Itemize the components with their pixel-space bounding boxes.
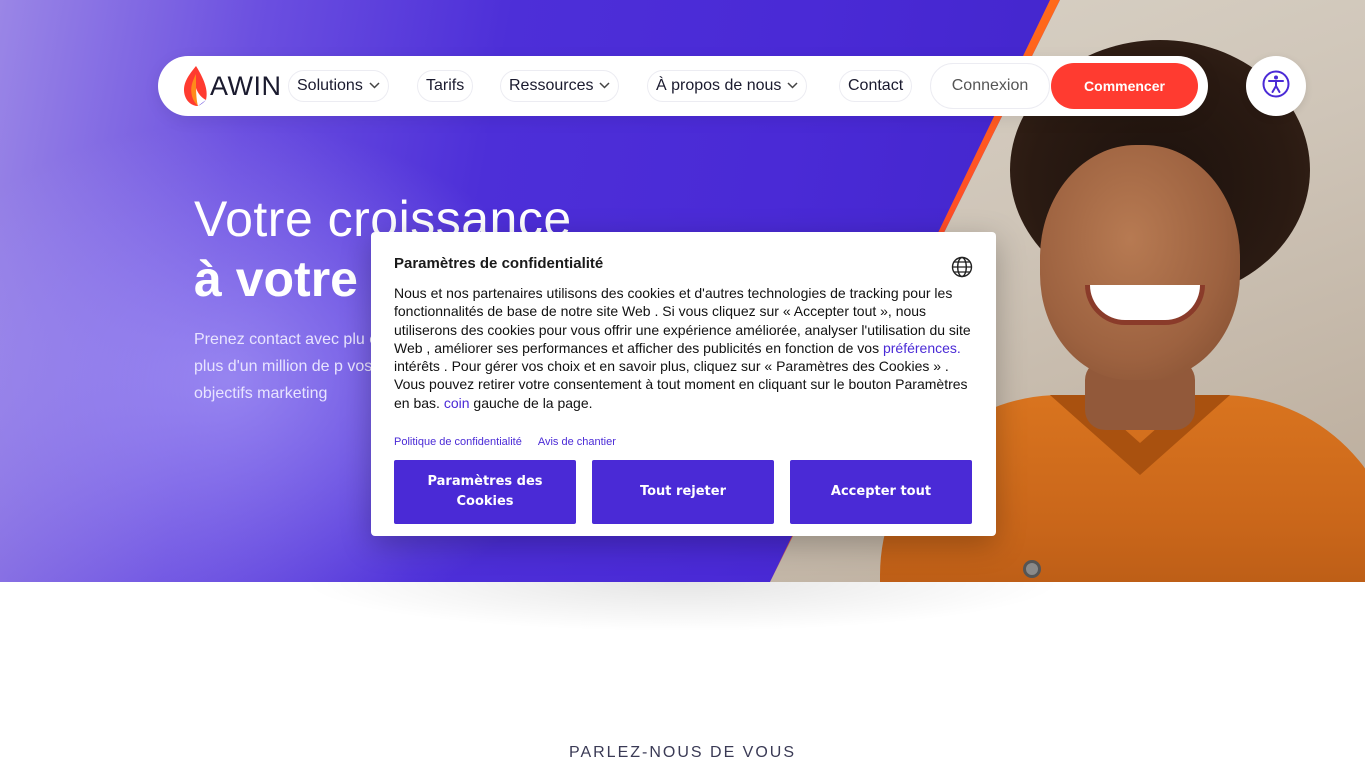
- nav-a-propos-label: À propos de nous: [656, 77, 782, 94]
- nav-tarifs[interactable]: Tarifs: [417, 70, 474, 102]
- preferences-link[interactable]: préférences.: [883, 340, 961, 356]
- nav-solutions[interactable]: Solutions: [288, 70, 389, 102]
- accessibility-icon: [1262, 70, 1290, 103]
- hero-shadow: [300, 582, 1065, 632]
- cookie-consent-dialog: Paramètres de confidentialité Nous et no…: [371, 232, 996, 536]
- nav-solutions-label: Solutions: [297, 77, 363, 94]
- login-button[interactable]: Connexion: [930, 63, 1050, 109]
- awin-flame-icon: [182, 66, 208, 106]
- cookie-body-text: gauche de la page.: [469, 394, 593, 411]
- nav-a-propos[interactable]: À propos de nous: [647, 70, 808, 102]
- cookie-dialog-title: Paramètres de confidentialité: [394, 255, 604, 272]
- get-started-button[interactable]: Commencer: [1051, 63, 1198, 109]
- nav-ressources[interactable]: Ressources: [500, 70, 620, 102]
- chevron-down-icon: [599, 80, 611, 92]
- reject-all-button[interactable]: Tout rejeter: [592, 460, 774, 524]
- chevron-down-icon: [787, 80, 798, 92]
- accept-all-button[interactable]: Accepter tout: [790, 460, 972, 524]
- hero-title-line2: à votre f: [194, 251, 389, 307]
- cookie-dialog-body: Nous et nos partenaires utilisons des co…: [394, 284, 973, 412]
- privacy-policy-link[interactable]: Politique de confidentialité: [394, 436, 522, 448]
- logo-text: AWIN: [210, 70, 282, 101]
- cookie-settings-button[interactable]: Paramètres des Cookies: [394, 460, 576, 524]
- nav-tarifs-label: Tarifs: [426, 77, 465, 94]
- page: Votre croissance à votre f Prenez contac…: [0, 0, 1365, 768]
- cookie-buttons: Paramètres des Cookies Tout rejeter Acce…: [394, 460, 972, 524]
- corner-link[interactable]: coin: [444, 395, 470, 411]
- top-navigation: AWIN Solutions Tarifs Ressources À propo…: [158, 56, 1208, 116]
- chevron-down-icon: [369, 80, 380, 92]
- cookie-links: Politique de confidentialité Avis de cha…: [394, 436, 973, 448]
- nav-contact-label: Contact: [848, 77, 904, 94]
- site-notice-link[interactable]: Avis de chantier: [538, 436, 616, 448]
- awin-logo[interactable]: AWIN: [182, 66, 282, 106]
- accessibility-button[interactable]: [1246, 56, 1306, 116]
- nav-contact[interactable]: Contact: [839, 70, 913, 102]
- hero-lead-text: Prenez contact avec plu et plus d'un mil…: [194, 331, 383, 402]
- nav-ressources-label: Ressources: [509, 77, 594, 94]
- photo-face: [1040, 145, 1240, 380]
- section-heading: PARLEZ-NOUS DE VOUS: [568, 744, 797, 761]
- globe-icon[interactable]: [951, 256, 973, 283]
